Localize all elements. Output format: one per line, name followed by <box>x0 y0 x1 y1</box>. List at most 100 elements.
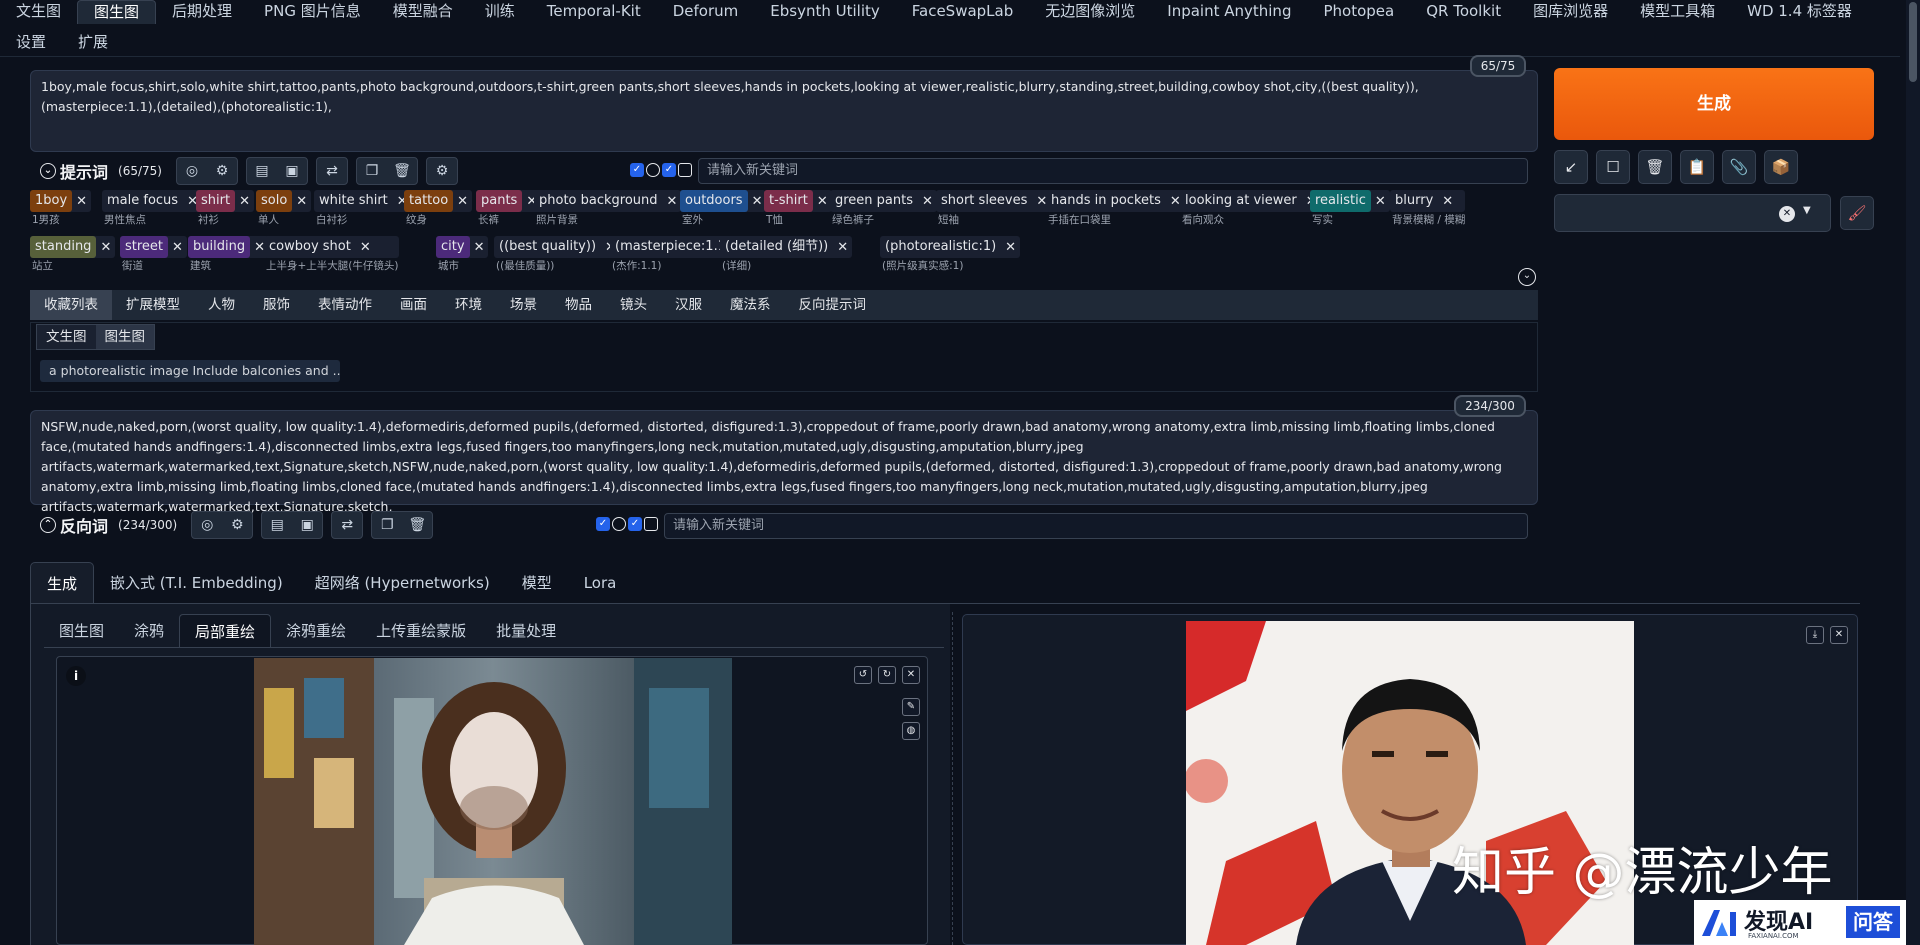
tag-text[interactable]: standing <box>30 236 97 258</box>
tag-chip[interactable]: 1boy ✕ <box>30 190 92 212</box>
close-icon[interactable]: ✕ <box>453 194 472 209</box>
undo-icon[interactable]: ↺ <box>854 666 872 684</box>
download-icon[interactable]: ⤓ <box>1806 626 1824 644</box>
bookmark-icon[interactable]: ▣ <box>292 512 322 538</box>
main-tab[interactable]: Temporal-Kit <box>531 0 657 24</box>
tag-text[interactable]: building <box>188 236 251 258</box>
category-tab[interactable]: 画面 <box>386 290 441 320</box>
bottom-tab[interactable]: 模型 <box>506 562 568 604</box>
tag-chip[interactable]: pants ✕ <box>476 190 542 212</box>
tag-chip[interactable]: standing ✕ <box>30 236 116 258</box>
prompt-label[interactable]: ⌄ 提示词 <box>40 159 108 183</box>
tag-chip[interactable]: blurry ✕ <box>1390 190 1466 212</box>
main-tab[interactable]: QR Toolkit <box>1410 0 1517 24</box>
category-tab[interactable]: 服饰 <box>249 290 304 320</box>
tag-text[interactable]: green pants <box>830 190 918 212</box>
globe-icon[interactable]: ◎ <box>177 158 207 184</box>
paste-icon[interactable]: ▤ <box>262 512 292 538</box>
tag-chip[interactable]: cowboy shot ✕ <box>264 236 399 258</box>
bookmark-icon[interactable]: ▣ <box>277 158 307 184</box>
trash-icon[interactable]: 🗑 <box>1638 150 1672 184</box>
checkbox-checked[interactable]: ✓ <box>630 163 644 177</box>
close-icon[interactable]: ✕ <box>96 240 115 255</box>
scrollbar-thumb[interactable] <box>1909 2 1917 82</box>
close-icon[interactable]: ✕ <box>72 194 91 209</box>
main-tab[interactable]: 模型融合 <box>377 0 469 24</box>
close-icon[interactable]: ✕ <box>1371 194 1390 209</box>
tag-text[interactable]: (masterpiece:1.1) <box>610 236 736 258</box>
category-tab[interactable]: 魔法系 <box>716 290 785 320</box>
tag-chip[interactable]: realistic ✕ <box>1310 190 1390 212</box>
close-icon[interactable]: ✕ <box>902 666 920 684</box>
copy-icon[interactable]: ❐ <box>357 158 387 184</box>
tag-chip[interactable]: (detailed (细节)) ✕ <box>720 236 853 258</box>
checkbox-checked[interactable]: ✓ <box>628 517 642 531</box>
main-tab[interactable]: 后期处理 <box>156 0 248 24</box>
bottom-tab[interactable]: Lora <box>568 562 633 604</box>
tag-text[interactable]: ((best quality)) <box>494 236 601 258</box>
category-tab[interactable]: 表情动作 <box>304 290 386 320</box>
globe-icon[interactable]: ◎ <box>192 512 222 538</box>
prompt-textarea[interactable]: 1boy,male focus,shirt,solo,white shirt,t… <box>30 70 1538 152</box>
redo-icon[interactable]: ↻ <box>878 666 896 684</box>
tag-text[interactable]: solo <box>256 190 293 212</box>
translate-icon[interactable]: ⇄ <box>332 512 362 538</box>
favorites-subtab[interactable]: 图生图 <box>95 325 154 349</box>
negative-prompt-textarea[interactable]: NSFW,nude,naked,porn,(worst quality, low… <box>30 410 1538 514</box>
negative-label[interactable]: ⌃ 反向词 <box>40 513 108 537</box>
close-icon[interactable]: ✕ <box>1830 626 1848 644</box>
tag-text[interactable]: tattoo <box>404 190 454 212</box>
paste-icon[interactable]: ▤ <box>247 158 277 184</box>
gear-icon[interactable]: ⚙ <box>222 512 252 538</box>
checkbox-checked[interactable]: ✓ <box>596 517 610 531</box>
trash-icon[interactable]: 🗑 <box>402 512 432 538</box>
tag-text[interactable]: hands in pockets <box>1046 190 1166 212</box>
main-tab[interactable]: PNG 图片信息 <box>248 0 377 24</box>
tag-chip[interactable]: short sleeves ✕ <box>936 190 1052 212</box>
negative-keyword-input[interactable]: 请输入新关键词 <box>664 513 1528 539</box>
main-tab[interactable]: 图库浏览器 <box>1517 0 1624 24</box>
tag-text[interactable]: street <box>120 236 169 258</box>
copy-icon[interactable]: ❐ <box>372 512 402 538</box>
clipboard-icon[interactable]: 📋 <box>1680 150 1714 184</box>
translate-icon[interactable]: ⇄ <box>317 158 347 184</box>
category-tab[interactable]: 反向提示词 <box>785 290 881 320</box>
arrow-icon[interactable]: ↙ <box>1554 150 1588 184</box>
tag-text[interactable]: (detailed (细节)) <box>720 236 833 258</box>
main-tab[interactable]: 训练 <box>469 0 531 24</box>
tag-chip[interactable]: photo background ✕ <box>534 190 682 212</box>
close-icon[interactable]: ✕ <box>168 240 187 255</box>
tag-text[interactable]: (photorealistic:1) <box>880 236 1001 258</box>
gear-icon[interactable]: ⚙ <box>207 158 237 184</box>
generate-button[interactable]: 生成 <box>1554 68 1874 140</box>
tag-text[interactable]: 1boy <box>30 190 73 212</box>
img2img-mode-tab[interactable]: 涂鸦重绘 <box>271 614 361 648</box>
favorites-subtab[interactable]: 文生图 <box>37 325 96 349</box>
category-tab[interactable]: 场景 <box>496 290 551 320</box>
close-icon[interactable]: ✕ <box>918 194 937 209</box>
tag-chip[interactable]: (photorealistic:1) ✕ <box>880 236 1021 258</box>
tag-chip[interactable]: male focus ✕ <box>102 190 202 212</box>
close-icon[interactable]: ✕ <box>813 194 832 209</box>
bottom-tab[interactable]: 超网络 (Hypernetworks) <box>299 562 506 604</box>
tag-text[interactable]: city <box>436 236 470 258</box>
main-tab[interactable]: WD 1.4 标签器 <box>1731 0 1868 24</box>
category-tab[interactable]: 汉服 <box>661 290 716 320</box>
main-tab[interactable]: 文生图 <box>0 0 77 24</box>
input-image[interactable] <box>254 658 732 945</box>
favorite-item[interactable]: a photorealistic image Include balconies… <box>40 360 340 382</box>
category-tab[interactable]: 环境 <box>441 290 496 320</box>
clear-icon[interactable]: ✕ <box>1779 206 1795 222</box>
chevron-down-icon[interactable]: ▼ <box>1803 205 1811 216</box>
new-keyword-input[interactable]: 请输入新关键词 <box>698 158 1528 184</box>
tag-text[interactable]: shirt <box>196 190 236 212</box>
checkbox-unchecked[interactable] <box>644 517 658 531</box>
styles-dropdown[interactable]: ✕ ▼ <box>1554 194 1831 232</box>
tag-chip[interactable]: looking at viewer✕ <box>1180 190 1321 212</box>
tag-text[interactable]: t-shirt <box>764 190 813 212</box>
img2img-mode-tab[interactable]: 涂鸦 <box>119 614 179 648</box>
checkbox-checked[interactable]: ✓ <box>662 163 676 177</box>
brush-icon[interactable]: ✎ <box>902 698 920 716</box>
tag-chip[interactable]: shirt ✕ <box>196 190 254 212</box>
main-tab[interactable]: 模型工具箱 <box>1624 0 1731 24</box>
